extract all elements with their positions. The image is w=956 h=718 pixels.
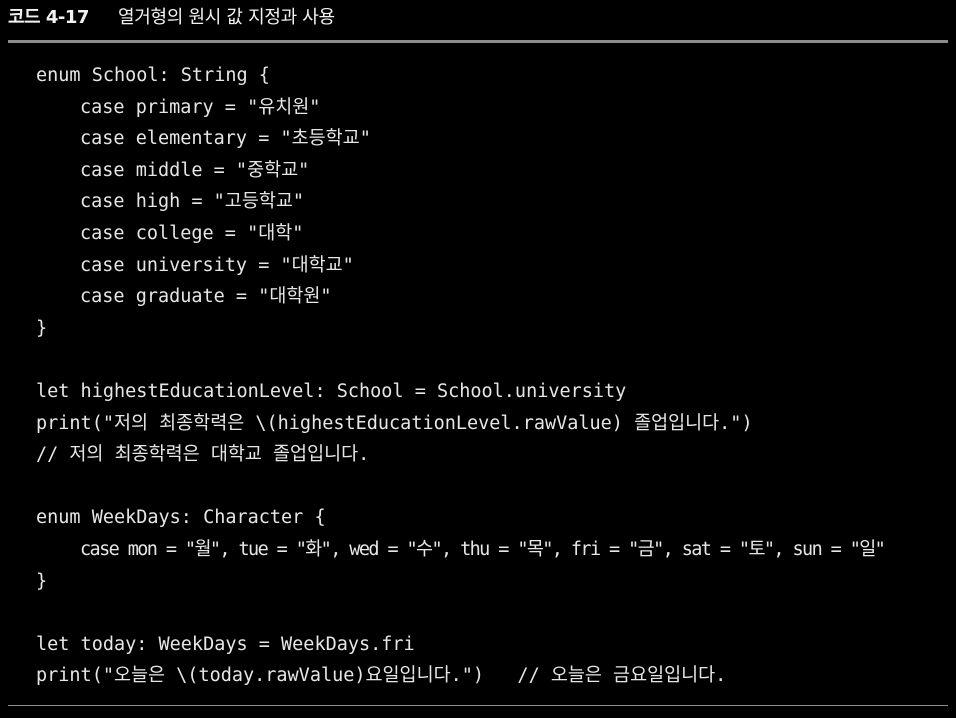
listing-number: 코드 4-17 [8,7,89,28]
bottom-divider [8,705,948,706]
code-line: case college = "대학" [80,222,304,244]
code-line: case elementary = "초등학교" [80,128,371,150]
code-line: } [36,570,48,592]
code-line: enum School: String { [36,65,270,86]
code-line: let today: WeekDays = WeekDays.fri [36,633,415,655]
listing-title: 열거형의 원시 값 지정과 사용 [118,7,335,28]
code-line: case middle = "중학교" [80,159,310,181]
code-listing-header: 코드 4-17 열거형의 원시 값 지정과 사용 [0,0,956,40]
code-comment-line: // 저의 최종학력은 대학교 졸업입니다. [36,444,370,466]
code-line: case university = "대학교" [80,254,354,276]
top-divider [8,40,948,43]
code-line: case primary = "유치원" [80,96,321,118]
code-line: case graduate = "대학원" [80,286,332,308]
code-line: let highestEducationLevel: School = Scho… [36,380,627,402]
code-line: case mon = "월", tue = "화", wed = "수", th… [80,538,886,560]
code-line: enum WeekDays: Character { [36,507,326,529]
code-line: print("오늘은 \(today.rawValue)요일입니다.") // … [36,665,727,687]
code-line-wrapper: case mon = "월", tue = "화", wed = "수", th… [36,534,951,566]
code-line: case high = "고등학교" [80,191,305,213]
code-line: print("저의 최종학력은 \(highestEducationLevel.… [36,412,753,434]
code-line: } [36,317,48,339]
code-block: enum School: String { case primary = "유치… [36,60,951,692]
